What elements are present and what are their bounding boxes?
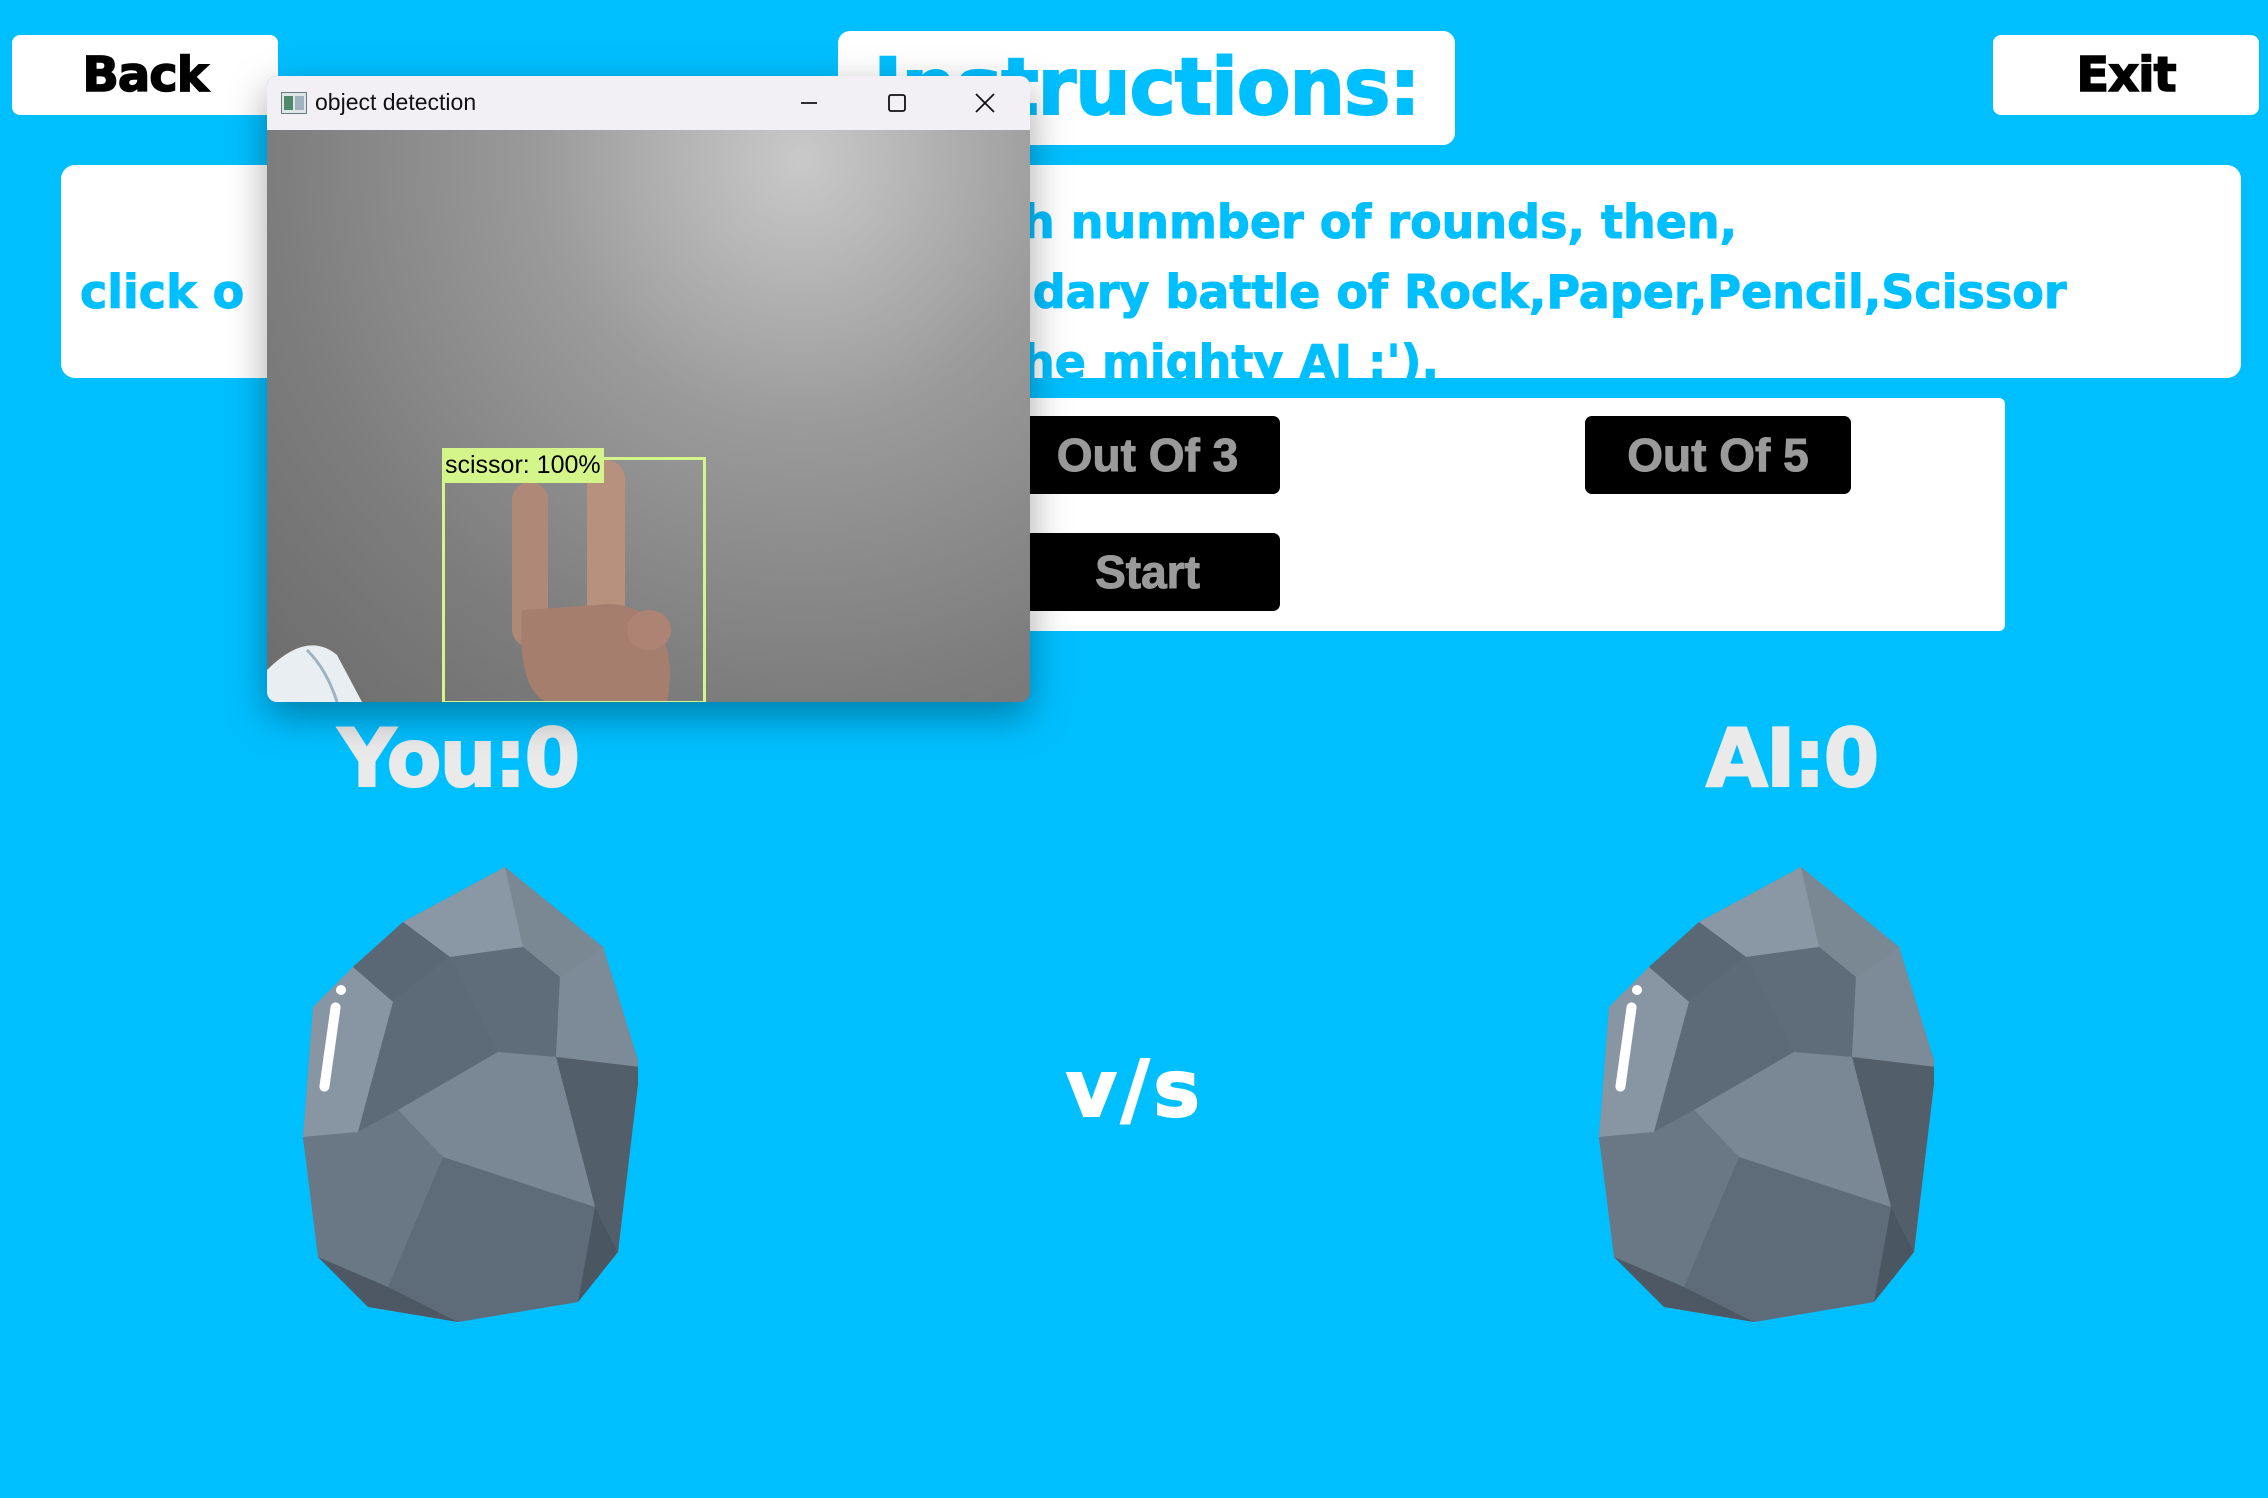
instructions-line-2-right: ndary battle of Rock,Paper,Pencil,Scisso… bbox=[1000, 265, 2068, 320]
maximize-button[interactable] bbox=[853, 76, 941, 130]
back-button[interactable]: Back bbox=[12, 35, 278, 115]
start-button[interactable]: Start bbox=[1015, 533, 1280, 611]
maximize-icon bbox=[888, 94, 906, 112]
player-rock-icon bbox=[303, 867, 638, 1322]
instructions-line-2-left: click o bbox=[79, 265, 245, 320]
versus-label: v/s bbox=[1065, 1044, 1204, 1136]
window-titlebar[interactable]: object detection bbox=[267, 76, 1030, 130]
out-of-5-button[interactable]: Out Of 5 bbox=[1585, 416, 1851, 494]
detection-label: scissor: 100% bbox=[442, 448, 604, 483]
instructions-line-1: th nunmber of rounds, then, bbox=[999, 195, 1738, 250]
app-window-icon bbox=[281, 92, 307, 114]
ai-rock-icon bbox=[1599, 867, 1934, 1322]
object-detection-window[interactable]: object detection scissor: 100% bbox=[267, 76, 1030, 702]
detection-bounding-box bbox=[442, 457, 706, 702]
close-icon bbox=[975, 93, 995, 113]
window-title: object detection bbox=[315, 89, 477, 115]
camera-feed: scissor: 100% bbox=[267, 130, 1030, 702]
close-button[interactable] bbox=[941, 76, 1029, 130]
out-of-3-button[interactable]: Out Of 3 bbox=[1015, 416, 1280, 494]
player-score: You:0 bbox=[337, 711, 581, 806]
ai-score: AI:0 bbox=[1705, 711, 1880, 806]
minimize-icon bbox=[801, 102, 817, 104]
game-screen: Back Exit Instructions: th nunmber of ro… bbox=[0, 0, 2268, 1498]
instructions-line-3: the mighty AI :'). bbox=[999, 335, 1440, 390]
minimize-button[interactable] bbox=[765, 76, 853, 130]
exit-button[interactable]: Exit bbox=[1993, 35, 2259, 115]
